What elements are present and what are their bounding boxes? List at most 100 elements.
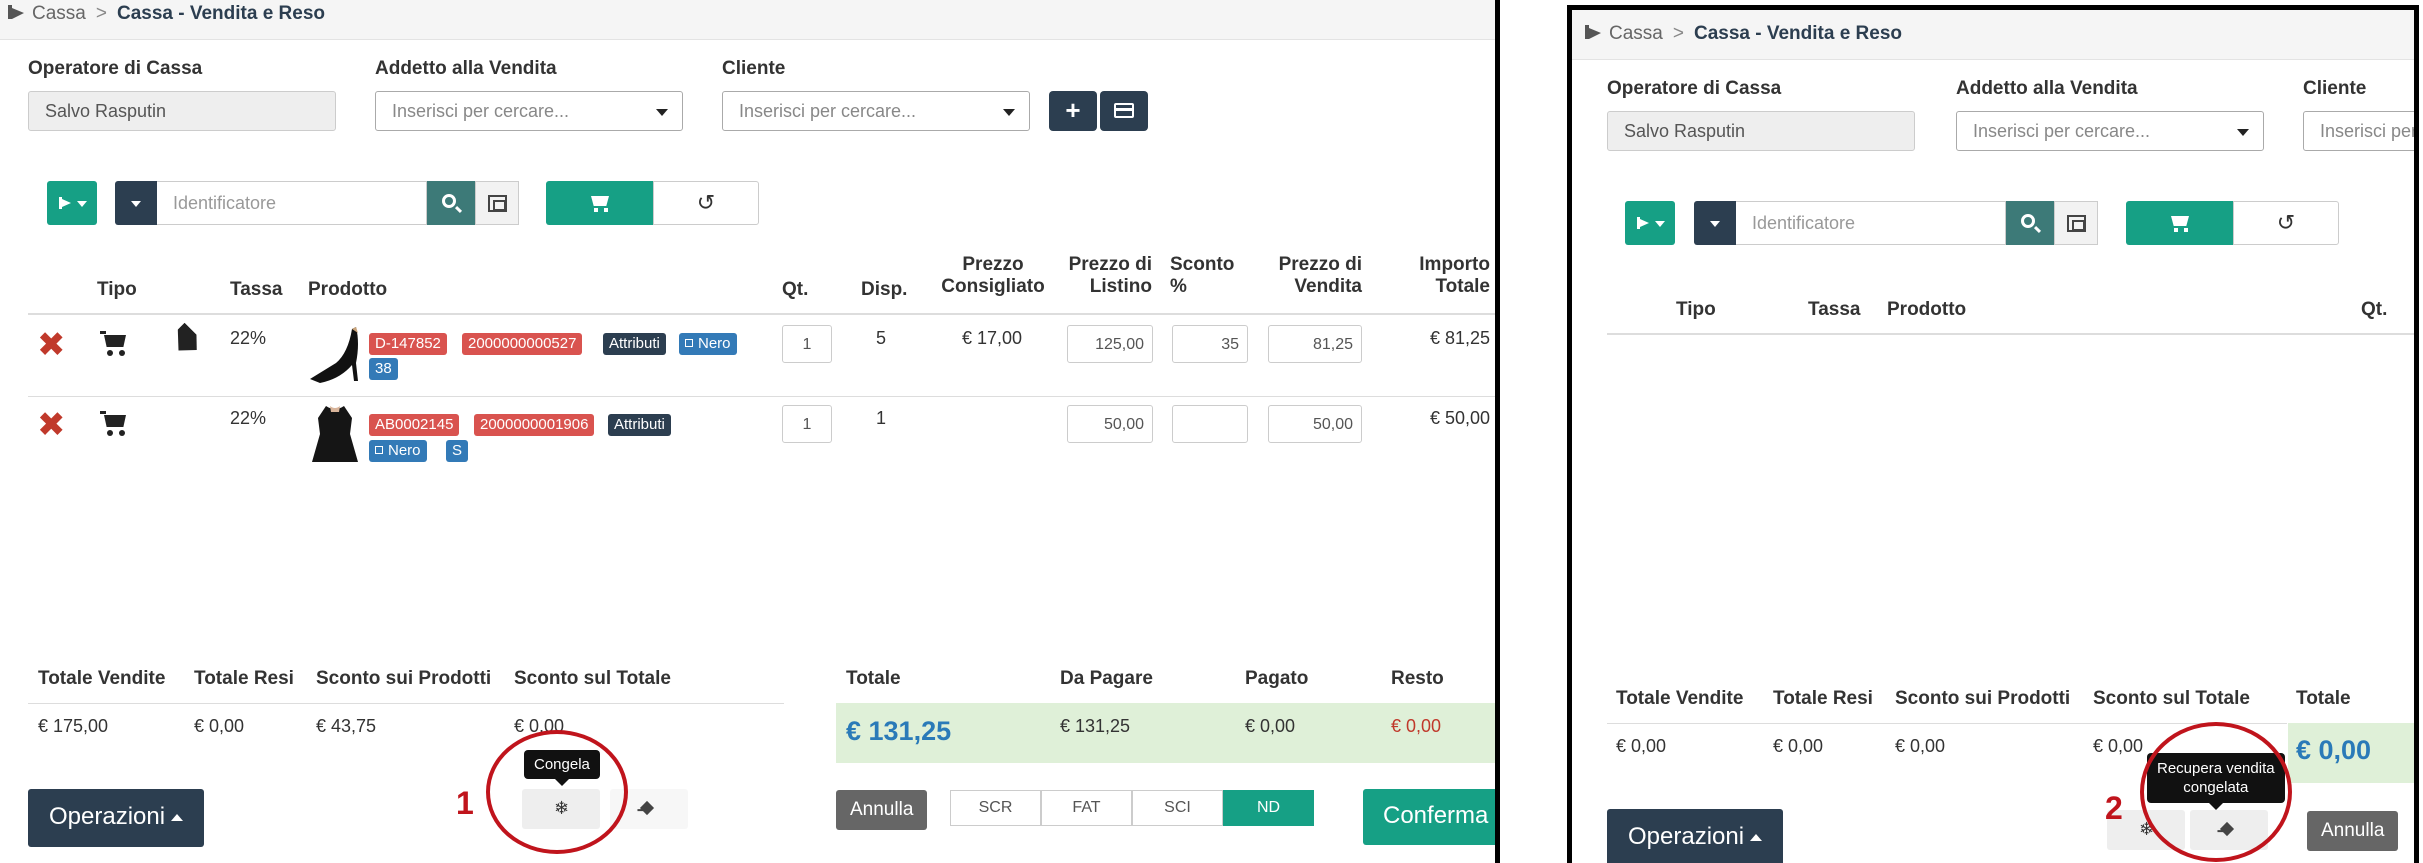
da-pagare-label: Da Pagare xyxy=(1060,668,1153,689)
col-prodotto: Prodotto xyxy=(308,279,388,300)
cliente-select[interactable]: Inserisci per cercare... xyxy=(2303,111,2414,151)
col-prodotto: Prodotto xyxy=(1887,299,1967,320)
row-importo: € 81,25 xyxy=(1429,328,1490,348)
totale-resi-label: Totale Resi xyxy=(1773,688,1873,709)
sconto-prodotti-label: Sconto sui Prodotti xyxy=(1895,688,2071,709)
totale-resi-value: € 0,00 xyxy=(1773,736,1824,756)
left-screenshot-panel: Cassa > Cassa - Vendita e Reso Operatore d… xyxy=(0,0,1500,863)
sale-price-input[interactable]: 81,25 xyxy=(1268,325,1362,363)
cart-icon xyxy=(2171,216,2189,226)
eraser-icon xyxy=(639,800,655,816)
col-disp: Disp. xyxy=(861,279,908,300)
breadcrumb-current: Cassa - Vendita e Reso xyxy=(116,3,326,24)
totale-label: Totale xyxy=(2296,688,2351,709)
flag-icon xyxy=(1637,217,1651,229)
col-importo: Importo Totale xyxy=(1419,254,1490,297)
caret-down-icon xyxy=(77,201,87,207)
return-mode-button[interactable]: ↺ xyxy=(2233,201,2339,245)
caret-down-icon xyxy=(1655,221,1665,227)
sale-price-input[interactable]: 50,00 xyxy=(1268,405,1362,443)
breadcrumb-root[interactable]: Cassa xyxy=(32,3,86,24)
list-price-input[interactable]: 125,00 xyxy=(1067,325,1153,363)
row-tassa: 22% xyxy=(230,408,267,428)
col-tipo: Tipo xyxy=(97,279,137,300)
discount-input[interactable]: 35 xyxy=(1172,325,1248,363)
doc-type-fat[interactable]: FAT xyxy=(1041,790,1132,826)
plus-icon: + xyxy=(1065,95,1081,125)
card-button[interactable] xyxy=(1100,91,1148,131)
scan-icon xyxy=(488,195,507,212)
header-divider xyxy=(1607,333,2414,335)
undo-icon: ↺ xyxy=(2276,210,2296,235)
delete-row-icon[interactable]: ✖ xyxy=(37,408,66,442)
right-screenshot-panel: Cassa > Cassa - Vendita e Reso Operatore d… xyxy=(1567,5,2419,863)
identificatore-input[interactable]: Identificatore xyxy=(1736,201,2006,245)
breadcrumb-root[interactable]: Cassa xyxy=(1609,23,1663,44)
sku-badge: D-147852 xyxy=(369,333,447,355)
identifier-type-dropdown[interactable] xyxy=(115,181,157,225)
search-button[interactable] xyxy=(427,181,475,225)
sale-mode-button[interactable] xyxy=(2126,201,2234,245)
tag-icon[interactable] xyxy=(168,323,205,360)
doc-type-nd[interactable]: ND xyxy=(1223,790,1314,826)
sconto-prodotti-value: € 43,75 xyxy=(316,716,377,736)
cliente-select[interactable]: Inserisci per cercare... xyxy=(722,91,1030,131)
resto-label: Resto xyxy=(1391,668,1444,689)
col-tassa: Tassa xyxy=(230,279,283,300)
qty-input[interactable]: 1 xyxy=(782,405,832,443)
resto-value: € 0,00 xyxy=(1391,716,1442,736)
return-mode-button[interactable]: ↺ xyxy=(653,181,759,225)
totale-resi-value: € 0,00 xyxy=(194,716,245,736)
undo-icon: ↺ xyxy=(696,190,716,215)
cliente-label: Cliente xyxy=(2303,78,2367,99)
sconto-totale-value: € 0,00 xyxy=(2093,736,2144,756)
list-price-input[interactable]: 50,00 xyxy=(1067,405,1153,443)
operatore-field: Salvo Rasputin xyxy=(28,91,336,131)
type-dropdown-button[interactable] xyxy=(1625,201,1675,245)
size-badge: 38 xyxy=(369,358,398,380)
totale-vendite-label: Totale Vendite xyxy=(1616,688,1744,709)
doc-type-scr[interactable]: SCR xyxy=(950,790,1041,826)
discount-input[interactable] xyxy=(1172,405,1248,443)
search-icon xyxy=(442,194,456,208)
caret-up-icon xyxy=(1750,834,1763,841)
chevron-down-icon xyxy=(2237,129,2249,136)
addetto-select[interactable]: Inserisci per cercare... xyxy=(1956,111,2264,151)
cliente-label: Cliente xyxy=(722,58,786,79)
operatore-label: Operatore di Cassa xyxy=(1607,78,1782,99)
sale-mode-button[interactable] xyxy=(546,181,654,225)
step-number-1: 1 xyxy=(456,785,474,821)
add-customer-button[interactable]: + xyxy=(1049,91,1097,131)
qty-input[interactable]: 1 xyxy=(782,325,832,363)
operazioni-button[interactable]: Operazioni xyxy=(1607,809,1784,863)
delete-row-icon[interactable]: ✖ xyxy=(37,328,66,362)
attributes-badge: Attributi xyxy=(603,333,666,355)
sconto-prodotti-label: Sconto sui Prodotti xyxy=(316,668,492,689)
row-prezzo-consigliato: € 17,00 xyxy=(961,328,1022,348)
col-tassa: Tassa xyxy=(1808,299,1861,320)
annulla-button[interactable]: Annulla xyxy=(836,790,928,830)
cart-icon xyxy=(100,411,128,437)
doc-type-sci[interactable]: SCI xyxy=(1132,790,1223,826)
operatore-field: Salvo Rasputin xyxy=(1607,111,1915,151)
conferma-button[interactable]: Conferma xyxy=(1363,789,1495,845)
totale-resi-label: Totale Resi xyxy=(194,668,294,689)
barcode-scan-button[interactable] xyxy=(2054,201,2098,245)
addetto-label: Addetto alla Vendita xyxy=(1956,78,2138,99)
totale-label: Totale xyxy=(846,668,901,689)
type-dropdown-button[interactable] xyxy=(47,181,97,225)
barcode-scan-button[interactable] xyxy=(475,181,519,225)
col-tipo: Tipo xyxy=(1676,299,1716,320)
identificatore-input[interactable]: Identificatore xyxy=(157,181,427,225)
product-thumbnail-heels xyxy=(310,327,358,383)
operazioni-button[interactable]: Operazioni xyxy=(28,789,205,847)
identifier-type-dropdown[interactable] xyxy=(1694,201,1736,245)
annulla-button[interactable]: Annulla xyxy=(2307,811,2399,851)
product-thumbnail-dress xyxy=(312,406,358,462)
barcode-badge: 2000000000527 xyxy=(462,333,583,355)
addetto-select[interactable]: Inserisci per cercare... xyxy=(375,91,683,131)
sku-badge: AB0002145 xyxy=(369,414,460,436)
col-qt: Qt. xyxy=(782,279,809,300)
color-badge: Nero xyxy=(679,333,737,355)
search-button[interactable] xyxy=(2006,201,2054,245)
